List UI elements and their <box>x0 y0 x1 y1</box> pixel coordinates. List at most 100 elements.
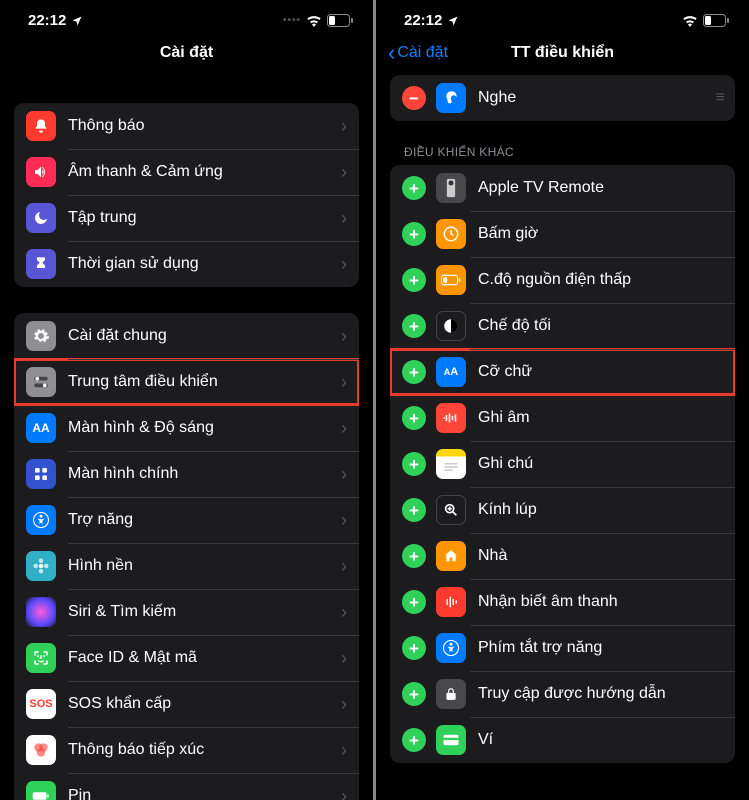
cc-row-dark-mode[interactable]: + Chế độ tối <box>390 303 735 349</box>
row-label: Trung tâm điều khiển <box>68 373 341 391</box>
row-label: Ví <box>478 731 723 749</box>
ear-icon <box>436 83 466 113</box>
settings-row-sounds[interactable]: Âm thanh & Cảm ứng › <box>14 149 359 195</box>
text-size-icon: AA <box>26 413 56 443</box>
chevron-right-icon: › <box>341 786 347 800</box>
speaker-icon <box>26 157 56 187</box>
cc-row-low-power[interactable]: + C.độ nguồn điện thấp <box>390 257 735 303</box>
row-label: Phím tắt trợ năng <box>478 639 723 657</box>
cc-row-wallet[interactable]: + Ví <box>390 717 735 763</box>
battery-icon <box>703 14 729 27</box>
cc-row-apple-tv-remote[interactable]: + Apple TV Remote <box>390 165 735 211</box>
row-label: Cài đặt chung <box>68 327 341 345</box>
settings-row-homescreen[interactable]: Màn hình chính › <box>14 451 359 497</box>
notes-icon <box>436 449 466 479</box>
toggles-icon <box>26 367 56 397</box>
row-label: Cỡ chữ <box>478 363 723 381</box>
row-label: Thông báo <box>68 117 341 135</box>
reorder-handle[interactable]: ≡ <box>716 89 723 107</box>
settings-row-focus[interactable]: Tập trung › <box>14 195 359 241</box>
chevron-right-icon: › <box>341 694 347 715</box>
grid-icon <box>26 459 56 489</box>
row-label: Ghi âm <box>478 409 723 427</box>
nav-bar: ‹ Cài đặt TT điều khiển <box>376 35 749 75</box>
cc-section-included: − Nghe ≡ <box>390 75 735 121</box>
accessibility-icon <box>26 505 56 535</box>
row-label: Nghe <box>478 89 716 107</box>
phone-settings-left: 22:12 •••• Cài đặt Thông báo › <box>0 0 373 800</box>
cc-row-magnifier[interactable]: + Kính lúp <box>390 487 735 533</box>
cc-section-more: + Apple TV Remote + Bấm giờ + C.độ nguồn… <box>390 165 735 763</box>
add-button[interactable]: + <box>402 728 426 752</box>
battery-low-icon <box>436 265 466 295</box>
add-button[interactable]: + <box>402 452 426 476</box>
row-label: Thời gian sử dụng <box>68 255 341 273</box>
chevron-right-icon: › <box>341 648 347 669</box>
back-button[interactable]: ‹ Cài đặt <box>388 40 448 66</box>
row-label: Chế độ tối <box>478 317 723 335</box>
cc-row-hearing[interactable]: − Nghe ≡ <box>390 75 735 121</box>
add-button[interactable]: + <box>402 498 426 522</box>
settings-row-general[interactable]: Cài đặt chung › <box>14 313 359 359</box>
row-label: Nhận biết âm thanh <box>478 593 723 611</box>
cc-row-text-size[interactable]: + AA Cỡ chữ <box>390 349 735 395</box>
settings-row-exposure[interactable]: Thông báo tiếp xúc › <box>14 727 359 773</box>
row-label: Siri & Tìm kiếm <box>68 603 341 621</box>
settings-row-faceid[interactable]: Face ID & Mật mã › <box>14 635 359 681</box>
siri-icon <box>26 597 56 627</box>
add-button[interactable]: + <box>402 406 426 430</box>
cc-row-voice-memo[interactable]: + Ghi âm <box>390 395 735 441</box>
add-button[interactable]: + <box>402 222 426 246</box>
add-button[interactable]: + <box>402 544 426 568</box>
settings-row-screentime[interactable]: Thời gian sử dụng › <box>14 241 359 287</box>
cc-row-guided-access[interactable]: + Truy cập được hướng dẫn <box>390 671 735 717</box>
hourglass-icon <box>26 249 56 279</box>
row-label: Màn hình chính <box>68 465 341 483</box>
settings-row-siri[interactable]: Siri & Tìm kiếm › <box>14 589 359 635</box>
accessibility-icon <box>436 633 466 663</box>
row-label: Âm thanh & Cảm ứng <box>68 163 341 181</box>
phone-control-center-right: 22:12 ‹ Cài đặt TT điều khiển − Nghe ≡ Đ… <box>376 0 749 800</box>
location-icon <box>71 15 83 27</box>
settings-section-1: Thông báo › Âm thanh & Cảm ứng › Tập tru… <box>14 103 359 287</box>
settings-row-accessibility[interactable]: Trợ năng › <box>14 497 359 543</box>
settings-row-notifications[interactable]: Thông báo › <box>14 103 359 149</box>
dark-mode-icon <box>436 311 466 341</box>
add-button[interactable]: + <box>402 636 426 660</box>
add-button[interactable]: + <box>402 314 426 338</box>
row-label: Apple TV Remote <box>478 179 723 197</box>
row-label: Hình nền <box>68 557 341 575</box>
cc-row-timer[interactable]: + Bấm giờ <box>390 211 735 257</box>
settings-row-control-center[interactable]: Trung tâm điều khiển › <box>14 359 359 405</box>
text-size-icon: AA <box>436 357 466 387</box>
settings-row-battery[interactable]: Pin › <box>14 773 359 800</box>
magnifier-icon <box>436 495 466 525</box>
row-label: Truy cập được hướng dẫn <box>478 685 723 703</box>
settings-row-sos[interactable]: SOS SOS khẩn cấp › <box>14 681 359 727</box>
apple-tv-remote-icon <box>436 173 466 203</box>
settings-row-display[interactable]: AA Màn hình & Độ sáng › <box>14 405 359 451</box>
add-button[interactable]: + <box>402 360 426 384</box>
chevron-right-icon: › <box>341 116 347 137</box>
row-label: Nhà <box>478 547 723 565</box>
exposure-icon <box>26 735 56 765</box>
add-button[interactable]: + <box>402 176 426 200</box>
cc-row-sound-recognition[interactable]: + Nhận biết âm thanh <box>390 579 735 625</box>
chevron-left-icon: ‹ <box>388 40 395 66</box>
status-time: 22:12 <box>404 12 442 29</box>
row-label: Face ID & Mật mã <box>68 649 341 667</box>
battery-icon <box>26 781 56 800</box>
remove-button[interactable]: − <box>402 86 426 110</box>
cc-row-home[interactable]: + Nhà <box>390 533 735 579</box>
cc-row-accessibility-shortcut[interactable]: + Phím tắt trợ năng <box>390 625 735 671</box>
settings-row-wallpaper[interactable]: Hình nền › <box>14 543 359 589</box>
location-icon <box>447 15 459 27</box>
moon-icon <box>26 203 56 233</box>
status-time: 22:12 <box>28 12 66 29</box>
add-button[interactable]: + <box>402 682 426 706</box>
add-button[interactable]: + <box>402 268 426 292</box>
add-button[interactable]: + <box>402 590 426 614</box>
cc-row-notes[interactable]: + Ghi chú <box>390 441 735 487</box>
status-bar: 22:12 •••• <box>0 0 373 35</box>
lock-icon <box>436 679 466 709</box>
